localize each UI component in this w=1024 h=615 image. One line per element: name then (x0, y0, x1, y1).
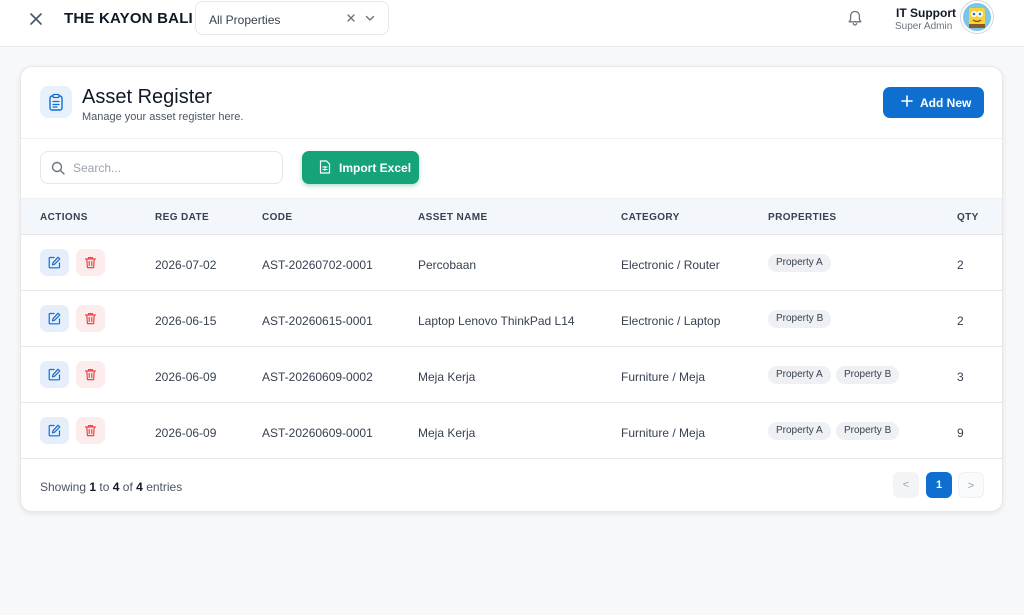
cell-asset-name: Meja Kerja (418, 370, 476, 384)
cell-qty: 2 (957, 314, 964, 328)
add-new-button[interactable]: Add New (883, 87, 984, 118)
import-excel-button[interactable]: Import Excel (302, 151, 419, 184)
cell-qty: 2 (957, 258, 964, 272)
avatar[interactable] (961, 1, 993, 33)
column-header-actions: ACTIONS (40, 212, 88, 223)
trash-icon (84, 425, 97, 437)
cell-reg-date: 2026-06-09 (155, 370, 217, 384)
cell-category: Electronic / Router (621, 258, 720, 272)
showing-to-word: to (99, 480, 110, 494)
property-badge: Property A (768, 366, 831, 384)
cell-code: AST-20260702-0001 (262, 258, 373, 272)
column-header-qty[interactable]: QTY (957, 212, 979, 223)
table-row: 2026-07-02 AST-20260702-0001 Percobaan E… (21, 235, 1002, 291)
cell-category: Furniture / Meja (621, 370, 706, 384)
showing-from: 1 (89, 480, 97, 494)
trash-icon (84, 257, 97, 269)
edit-button[interactable] (40, 417, 69, 444)
cell-qty: 3 (957, 370, 964, 384)
edit-icon (48, 368, 61, 381)
cell-code: AST-20260609-0002 (262, 370, 373, 384)
edit-icon (48, 424, 61, 437)
chevron-down-icon[interactable] (364, 12, 376, 24)
cell-asset-name: Percobaan (418, 258, 477, 272)
avatar-image (969, 8, 985, 28)
column-header-category[interactable]: CATEGORY (621, 212, 680, 223)
edit-button[interactable] (40, 361, 69, 388)
delete-button[interactable] (76, 361, 105, 388)
asset-register-card: Asset Register Manage your asset registe… (20, 66, 1003, 512)
property-badge: Property B (836, 422, 900, 440)
property-select[interactable]: All Properties (195, 1, 389, 35)
cell-qty: 9 (957, 426, 964, 440)
cell-category: Electronic / Laptop (621, 314, 721, 328)
table-header: ACTIONS REG DATE CODE ASSET NAME CATEGOR… (21, 198, 1002, 235)
search-icon (51, 161, 65, 175)
page-button-current[interactable]: 1 (926, 472, 952, 498)
file-spreadsheet-icon (319, 160, 331, 174)
trash-icon (84, 369, 97, 381)
trash-icon (84, 313, 97, 325)
cell-asset-name: Meja Kerja (418, 426, 476, 440)
showing-to: 4 (112, 480, 120, 494)
property-badge: Property A (768, 422, 831, 440)
delete-button[interactable] (76, 249, 105, 276)
import-excel-label: Import Excel (339, 161, 412, 175)
edit-icon (48, 312, 61, 325)
table-row: 2026-06-09 AST-20260609-0002 Meja Kerja … (21, 347, 1002, 403)
column-header-code[interactable]: CODE (262, 212, 293, 223)
search-input[interactable] (73, 158, 273, 178)
add-new-label: Add New (920, 96, 972, 110)
edit-button[interactable] (40, 305, 69, 332)
delete-button[interactable] (76, 305, 105, 332)
bell-icon[interactable] (846, 9, 864, 27)
page-title: Asset Register (82, 86, 213, 108)
edit-button[interactable] (40, 249, 69, 276)
showing-of-word: of (122, 480, 133, 494)
property-badge: Property B (836, 366, 900, 384)
edit-icon (48, 256, 61, 269)
top-bar: THE KAYON BALI All Properties IT Support… (0, 0, 1024, 47)
search-box[interactable] (40, 151, 283, 184)
table-row: 2026-06-09 AST-20260609-0001 Meja Kerja … (21, 403, 1002, 459)
next-page-button[interactable]: > (958, 472, 984, 498)
property-badge: Property A (768, 254, 831, 272)
column-header-reg-date[interactable]: REG DATE (155, 212, 209, 223)
cell-reg-date: 2026-06-09 (155, 426, 217, 440)
cell-asset-name: Laptop Lenovo ThinkPad L14 (418, 314, 575, 328)
property-badge: Property B (768, 310, 832, 328)
prev-page-button[interactable]: < (893, 472, 919, 498)
clear-icon[interactable] (344, 11, 358, 25)
cell-category: Furniture / Meja (621, 426, 706, 440)
cell-code: AST-20260609-0001 (262, 426, 373, 440)
cell-reg-date: 2026-07-02 (155, 258, 217, 272)
cell-code: AST-20260615-0001 (262, 314, 373, 328)
clipboard-icon (40, 86, 72, 118)
column-header-properties[interactable]: PROPERTIES (768, 212, 836, 223)
table-row: 2026-06-15 AST-20260615-0001 Laptop Leno… (21, 291, 1002, 347)
header-divider (21, 138, 1002, 139)
close-icon[interactable] (27, 10, 45, 28)
user-name: IT Support (896, 6, 956, 20)
plus-icon (901, 95, 913, 107)
user-role: Super Admin (895, 21, 953, 32)
showing-total: 4 (136, 480, 143, 494)
property-select-value: All Properties (209, 13, 281, 27)
cell-reg-date: 2026-06-15 (155, 314, 217, 328)
showing-prefix: Showing (40, 480, 87, 494)
showing-suffix: entries (146, 480, 183, 494)
brand-name: THE KAYON BALI (64, 10, 193, 27)
column-header-asset-name[interactable]: ASSET NAME (418, 212, 488, 223)
pagination-summary: Showing 1 to 4 of 4 entries (40, 480, 182, 494)
page-subtitle: Manage your asset register here. (82, 111, 244, 123)
delete-button[interactable] (76, 417, 105, 444)
